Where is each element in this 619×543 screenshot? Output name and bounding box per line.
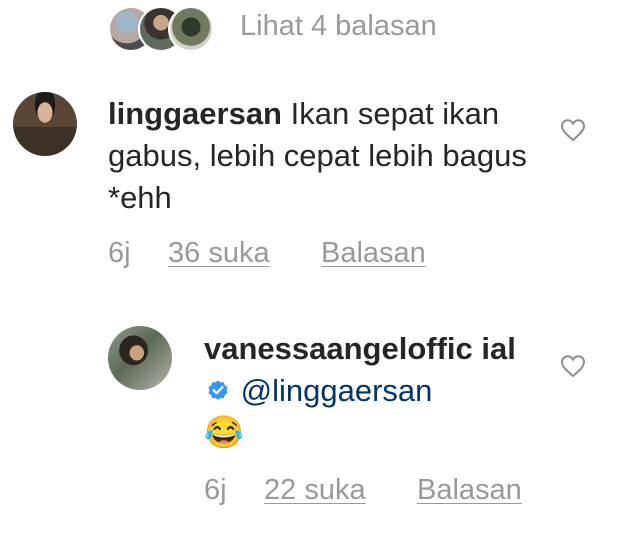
comment-time: 6j: [108, 237, 131, 269]
comment-meta: 6j 22 suka Balasan: [0, 474, 619, 510]
like-count-link[interactable]: 22 suka: [264, 474, 366, 507]
reply-button[interactable]: Balasan: [321, 237, 426, 270]
comment-username[interactable]: linggaersan: [108, 96, 282, 131]
reply-button[interactable]: Balasan: [417, 474, 522, 507]
comment-meta: 6j 36 suka Balasan: [0, 237, 619, 273]
comment-username[interactable]: vanessaangeloffic ial: [204, 331, 516, 366]
heart-icon[interactable]: [560, 354, 586, 378]
reply-avatar: [168, 6, 214, 52]
like-count-link[interactable]: 36 suka: [168, 237, 270, 270]
avatar[interactable]: [13, 92, 77, 156]
comment-body: vanessaangeloffic ial @linggaersan 😂: [204, 328, 534, 454]
view-replies-link[interactable]: Lihat 4 balasan: [240, 10, 437, 43]
comment-body: linggaersan Ikan sepat ikan gabus, lebih…: [108, 93, 528, 219]
comment-time: 6j: [204, 474, 227, 506]
heart-icon[interactable]: [560, 118, 586, 142]
verified-badge-icon: [208, 380, 228, 400]
tears-of-joy-emoji: 😂: [204, 414, 244, 450]
mention-link[interactable]: @linggaersan: [241, 373, 433, 408]
replies-avatars[interactable]: [108, 6, 214, 52]
avatar[interactable]: [108, 326, 172, 390]
